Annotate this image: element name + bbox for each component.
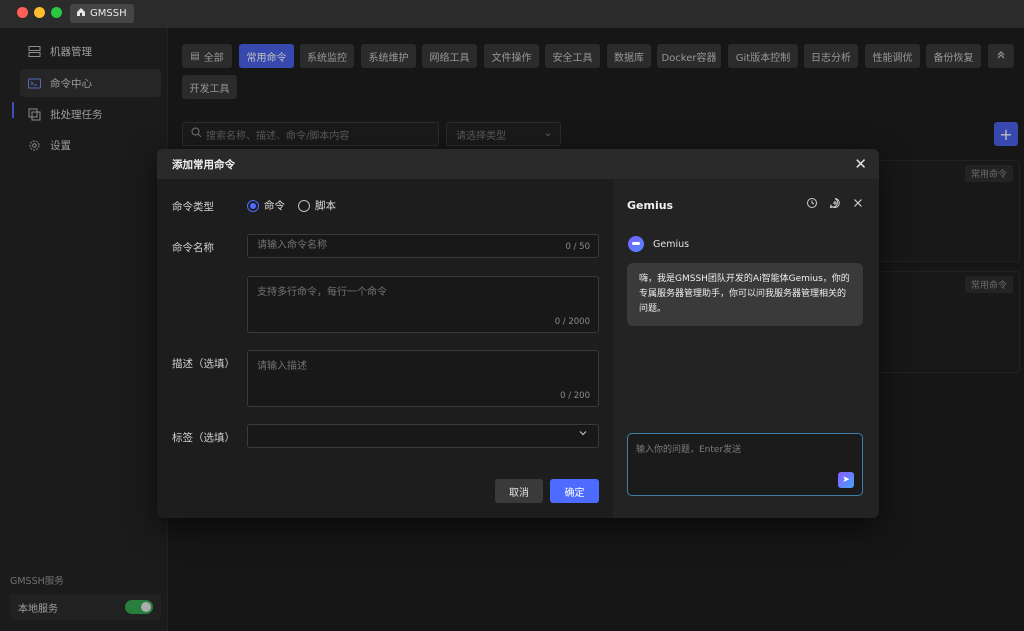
cancel-button[interactable]: 取消 [495, 479, 543, 503]
command-placeholder: 支持多行命令，每行一个命令 [257, 287, 387, 298]
add-command-dialog: 添加常用命令 ✕ 命令类型 命令 脚本 命令名称 请输入命令名称 0 / 50 … [157, 149, 879, 518]
assistant-avatar [628, 236, 644, 252]
app-tab[interactable]: GMSSH [70, 4, 134, 23]
history-icon[interactable] [806, 197, 818, 212]
close-icon[interactable] [852, 197, 864, 212]
radio-script[interactable]: 脚本 [298, 198, 336, 213]
new-chat-icon[interactable] [829, 197, 841, 212]
close-window-button[interactable] [17, 7, 28, 18]
assistant-toolbar [806, 197, 864, 212]
radio-command[interactable]: 命令 [247, 198, 285, 213]
assistant-input[interactable]: 输入你的问题，Enter发送 ➤ [627, 433, 863, 496]
ai-assistant-panel: Gemius Gemius 嗨，我是GMSSH团队开发的Ai智能体Gemius，… [613, 179, 879, 518]
command-form: 命令类型 命令 脚本 命令名称 请输入命令名称 0 / 50 支持多行命令，每行… [157, 179, 613, 518]
type-label: 命令类型 [172, 201, 214, 213]
assistant-input-placeholder: 输入你的问题，Enter发送 [636, 445, 742, 455]
radio-selected-icon [247, 199, 259, 212]
description-counter: 0 / 200 [560, 391, 590, 401]
description-textarea[interactable]: 请输入描述 0 / 200 [247, 350, 599, 407]
chevron-down-icon [578, 428, 588, 441]
name-counter: 0 / 50 [565, 242, 591, 252]
name-placeholder: 请输入命令名称 [257, 240, 327, 251]
app-tab-label: GMSSH [90, 8, 127, 19]
assistant-sender: Gemius [653, 239, 690, 250]
confirm-button[interactable]: 确定 [550, 479, 599, 503]
dialog-header: 添加常用命令 ✕ [157, 149, 879, 179]
minimize-window-button[interactable] [34, 7, 45, 18]
description-label: 描述（选填） [172, 358, 235, 370]
close-icon[interactable]: ✕ [854, 155, 867, 173]
assistant-title: Gemius [627, 199, 674, 212]
name-label: 命令名称 [172, 242, 214, 254]
assistant-message: 嗨，我是GMSSH团队开发的Ai智能体Gemius，你的专属服务器管理助手，你可… [627, 263, 863, 326]
tags-label: 标签（选填） [172, 432, 235, 444]
command-counter: 0 / 2000 [554, 317, 590, 327]
dialog-title: 添加常用命令 [172, 158, 235, 171]
send-icon[interactable]: ➤ [838, 472, 854, 488]
command-name-input[interactable]: 请输入命令名称 0 / 50 [247, 234, 599, 258]
radio-label: 命令 [264, 200, 285, 212]
description-placeholder: 请输入描述 [257, 361, 307, 372]
command-textarea[interactable]: 支持多行命令，每行一个命令 0 / 2000 [247, 276, 599, 333]
home-icon [76, 7, 86, 20]
radio-unselected-icon [298, 199, 310, 212]
radio-label: 脚本 [315, 200, 336, 212]
tags-select[interactable] [247, 424, 599, 448]
maximize-window-button[interactable] [51, 7, 62, 18]
title-bar: GMSSH [0, 0, 1024, 28]
